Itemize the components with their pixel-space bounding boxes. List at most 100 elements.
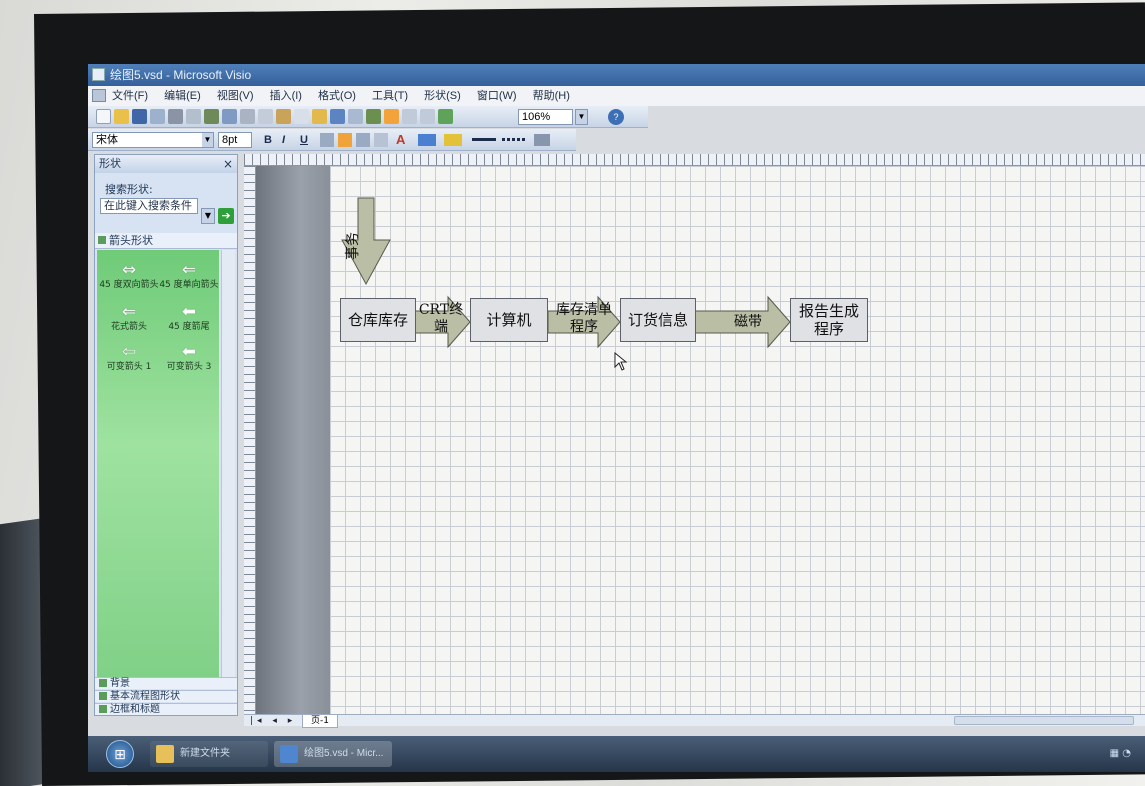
new-icon[interactable]: [96, 109, 111, 124]
tab-page-1[interactable]: 页-1: [302, 715, 338, 728]
horizontal-scrollbar[interactable]: [954, 716, 1134, 725]
shape-fancy-arrow[interactable]: ⇐ 花式箭头: [99, 302, 159, 332]
menu-insert[interactable]: 插入(I): [270, 90, 302, 102]
system-tray[interactable]: ▦ ◔: [1110, 748, 1131, 759]
font-size-select[interactable]: 8pt: [218, 132, 252, 148]
menu-window[interactable]: 窗口(W): [477, 90, 517, 102]
horizontal-ruler[interactable]: [244, 154, 1145, 166]
variable-arrow-icon: ⬅: [181, 342, 197, 362]
taskbar-item-label: 新建文件夹: [180, 748, 230, 759]
stencil-basic-flowchart[interactable]: 基本流程图形状: [95, 690, 237, 702]
delete-icon[interactable]: [294, 109, 309, 124]
stencil-title-label: 箭头形状: [109, 234, 153, 247]
box-warehouse[interactable]: 仓库库存: [340, 298, 416, 342]
line-ends-icon[interactable]: [534, 134, 550, 146]
menu-shape[interactable]: 形状(S): [424, 90, 461, 102]
print-preview-icon[interactable]: [186, 109, 201, 124]
stencil-borders-titles[interactable]: 边框和标题: [95, 703, 237, 715]
shape-variable-arrow-3[interactable]: ⬅ 可变箭头 3: [159, 342, 219, 372]
shape-label: 花式箭头: [110, 322, 147, 332]
menu-help[interactable]: 帮助(H): [533, 90, 570, 102]
search-go-icon[interactable]: ➔: [218, 208, 234, 224]
screen: 绘图5.vsd - Microsoft Visio 文件(F) 编辑(E) 视图…: [88, 64, 1145, 772]
line-pattern-icon[interactable]: [502, 138, 526, 141]
start-button[interactable]: ⊞: [106, 740, 134, 768]
double-arrow-icon: ⇔: [121, 260, 137, 280]
align-right-icon[interactable]: [356, 133, 370, 147]
underline-button[interactable]: U: [300, 132, 308, 148]
save-icon[interactable]: [132, 109, 147, 124]
vertical-ruler[interactable]: [244, 166, 256, 714]
open-icon[interactable]: [114, 109, 129, 124]
fill-color-icon[interactable]: [444, 134, 462, 146]
mouse-cursor-icon: [614, 352, 628, 371]
shape-label: 45 度箭尾: [168, 322, 210, 332]
drawing-canvas[interactable]: 事务 仓库库存 计算机 订货信息 报告生成程序 CRT终端 库存清单程序 磁带: [330, 166, 1145, 714]
arrow-label-crt: CRT终端: [418, 302, 464, 335]
chevron-down-icon[interactable]: ▼: [202, 133, 213, 147]
italic-button[interactable]: I: [282, 132, 285, 148]
menu-bar: 文件(F) 编辑(E) 视图(V) 插入(I) 格式(O) 工具(T) 形状(S…: [88, 86, 1145, 106]
arrow-label-affairs: 事务: [345, 232, 361, 260]
text-block-icon[interactable]: [374, 133, 388, 147]
help-icon[interactable]: ?: [608, 109, 624, 125]
box-computer[interactable]: 计算机: [470, 298, 548, 342]
spelling-icon[interactable]: [204, 109, 219, 124]
research-icon[interactable]: [222, 109, 237, 124]
shapes-pane: 形状 × 搜索形状: 在此键入搜索条件 ▼ ➔ 箭头形状 ⇔ 45 度双向箭头 …: [94, 154, 238, 716]
taskbar-item-folder[interactable]: 新建文件夹: [150, 741, 268, 767]
menu-tools[interactable]: 工具(T): [372, 90, 408, 102]
stencil-title-arrows[interactable]: 箭头形状: [95, 233, 237, 249]
chevron-down-icon[interactable]: ▼: [201, 208, 215, 224]
taskbar-item-visio[interactable]: 绘图5.vsd - Micr...: [274, 741, 392, 767]
stencil-icon: [98, 236, 106, 244]
box-order-info[interactable]: 订货信息: [620, 298, 696, 342]
menu-format[interactable]: 格式(O): [318, 90, 356, 102]
folder-icon: [156, 745, 174, 763]
line-weight-icon[interactable]: [472, 138, 496, 141]
pointer-tool-icon[interactable]: [384, 109, 399, 124]
menu-file[interactable]: 文件(F): [112, 90, 148, 102]
redo-icon[interactable]: [348, 109, 363, 124]
shapes-icon[interactable]: [438, 109, 453, 124]
shape-45-tail[interactable]: ⬅ 45 度箭尾: [159, 302, 219, 332]
window-title: 绘图5.vsd - Microsoft Visio: [110, 68, 252, 82]
zoom-select[interactable]: 106%: [518, 109, 573, 125]
undo-icon[interactable]: [330, 109, 345, 124]
shape-label: 45 度单向箭头: [159, 280, 219, 290]
chevron-down-icon[interactable]: ▼: [575, 109, 588, 125]
left-arrow-icon: ⇐: [181, 260, 197, 280]
shape-45-single-arrow[interactable]: ⇐ 45 度单向箭头: [159, 260, 219, 290]
shape-variable-arrow-1[interactable]: ⇦ 可变箭头 1: [99, 342, 159, 372]
font-name-select[interactable]: 宋体: [92, 132, 214, 148]
bold-button[interactable]: B: [264, 132, 272, 148]
search-input[interactable]: 在此键入搜索条件: [100, 198, 198, 214]
stencil-label: 基本流程图形状: [110, 691, 180, 702]
align-left-icon[interactable]: [320, 133, 334, 147]
stencil-background[interactable]: 背景: [95, 677, 237, 689]
paste-icon[interactable]: [276, 109, 291, 124]
line-color-icon[interactable]: [418, 134, 436, 146]
document-icon[interactable]: [92, 89, 106, 102]
shape-label: 可变箭头 1: [106, 362, 152, 372]
arrow-tail-icon: ⬅: [181, 302, 197, 322]
text-tool-icon[interactable]: [420, 109, 435, 124]
stencil-scrollbar[interactable]: [221, 250, 235, 685]
connector-tool-icon[interactable]: [402, 109, 417, 124]
menu-view[interactable]: 视图(V): [217, 90, 254, 102]
box-report-generator[interactable]: 报告生成程序: [790, 298, 868, 342]
font-color-button[interactable]: A: [396, 132, 405, 148]
align-center-icon[interactable]: [338, 133, 352, 147]
standard-toolbar: 106% ▼ ?: [88, 106, 648, 128]
format-painter-icon[interactable]: [312, 109, 327, 124]
hyperlink-icon[interactable]: [366, 109, 381, 124]
shape-label: 45 度双向箭头: [99, 280, 159, 290]
permission-icon[interactable]: [150, 109, 165, 124]
menu-edit[interactable]: 编辑(E): [164, 90, 201, 102]
close-icon[interactable]: ×: [223, 155, 233, 173]
taskbar: ⊞ 新建文件夹 绘图5.vsd - Micr... ▦ ◔: [88, 736, 1145, 772]
shape-45-double-arrow[interactable]: ⇔ 45 度双向箭头: [99, 260, 159, 290]
cut-icon[interactable]: [240, 109, 255, 124]
copy-icon[interactable]: [258, 109, 273, 124]
print-icon[interactable]: [168, 109, 183, 124]
